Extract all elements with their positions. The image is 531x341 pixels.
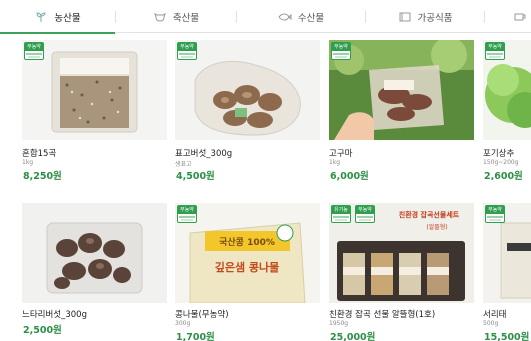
product-image[interactable] [22,203,167,303]
product-desc: 1kg [329,159,341,166]
product-card[interactable]: 국산콩 100% 깊은샘 콩나물 무농약 콩나물(무농약) 300g 1,700… [175,203,320,341]
oyster-mushroom-pack-image [22,203,167,303]
product-image[interactable]: 무농약 [22,40,167,140]
product-name[interactable]: 느타리버섯_300g [22,308,87,320]
product-card[interactable]: 친환경 잡곡선물세트 (알뜰형) 유기농 무농약 친환경 잡곡 선물 알뜰형(1… [329,203,474,341]
product-image[interactable]: 무농약 [175,40,320,140]
product-desc: 300g [175,320,191,327]
cow-icon [154,12,166,22]
tab-label: 농산물 [54,12,81,24]
product-desc: 생표고 [175,161,192,168]
box-icon [399,12,411,21]
product-card[interactable]: 무농약 서리태 500g 15,500원 [483,203,531,341]
product-card[interactable]: 무농약 포기상추 150g~200g 2,600원 [483,40,531,180]
product-price: 15,500원 [484,332,530,341]
tab-label: 수산물 [297,12,325,24]
tab-label: 가공식품 [417,12,453,24]
product-price: 2,500원 [23,325,62,336]
product-name[interactable]: 표고버섯_300g [175,147,232,159]
product-name[interactable]: 친환경 잡곡 선물 알뜰형(1호) [329,308,435,320]
certification-badge: 무농약 [177,42,197,60]
product-card[interactable]: 무농약 고구마 1kg 6,000원 [329,40,474,182]
product-card[interactable]: 무농약 표고버섯_300g 생표고 4,500원 [175,40,320,182]
product-price: 25,000원 [330,332,376,341]
product-name[interactable]: 포기상추 [483,147,514,159]
category-tabs: 농산물 축산물 수산물 가공식품 [0,0,531,34]
product-name[interactable]: 고구마 [329,147,352,159]
product-card[interactable]: 느타리버섯_300g 2,500원 [22,203,167,341]
product-image[interactable]: 친환경 잡곡선물세트 (알뜰형) 유기농 무농약 [329,203,474,303]
product-desc: 500g [483,320,499,327]
package-name: 깊은샘 콩나물 [215,260,280,274]
product-name[interactable]: 서리태 [483,308,506,320]
certification-badge: 무농약 [355,205,375,223]
product-desc: 1kg [22,159,34,166]
product-price: 8,250원 [23,171,62,182]
package-label: 국산콩 100% [219,236,275,248]
product-image[interactable]: 국산콩 100% 깊은샘 콩나물 무농약 [175,203,320,303]
product-image[interactable]: 무농약 [483,203,531,303]
product-price: 2,600원 [484,171,523,180]
tab-livestock[interactable]: 축산물 [116,0,236,33]
product-price: 4,500원 [176,171,215,182]
product-price: 6,000원 [330,171,369,182]
certification-badge: 무농약 [331,42,351,60]
tab-agricultural[interactable]: 농산물 [0,0,115,34]
tab-label: 축산물 [172,12,200,24]
product-desc: 150g~200g [483,159,519,166]
product-image[interactable]: 무농약 [329,40,474,140]
certification-badge: 무농약 [485,42,505,60]
product-image[interactable]: 무농약 [483,40,531,140]
tab-more[interactable] [485,0,531,33]
certification-badge: 무농약 [24,42,44,60]
product-name[interactable]: 콩나물(무농약) [175,308,229,320]
certification-badge-organic: 유기농 [331,205,351,223]
gift-subtitle: (알뜰형) [426,223,447,231]
product-name[interactable]: 혼합15곡 [22,147,56,159]
product-desc: 1950g [329,320,349,327]
tab-seafood[interactable]: 수산물 [237,0,365,33]
cup-icon [514,13,526,20]
product-price: 1,700원 [176,332,215,341]
certification-badge: 무농약 [177,205,197,223]
certification-badge: 무농약 [485,205,505,223]
sprout-icon [36,11,46,22]
tab-processed[interactable]: 가공식품 [366,0,484,33]
gift-title: 친환경 잡곡선물세트 [399,210,460,219]
product-card[interactable]: 무농약 혼합15곡 1kg 8,250원 [22,40,167,182]
fish-icon [278,13,292,20]
